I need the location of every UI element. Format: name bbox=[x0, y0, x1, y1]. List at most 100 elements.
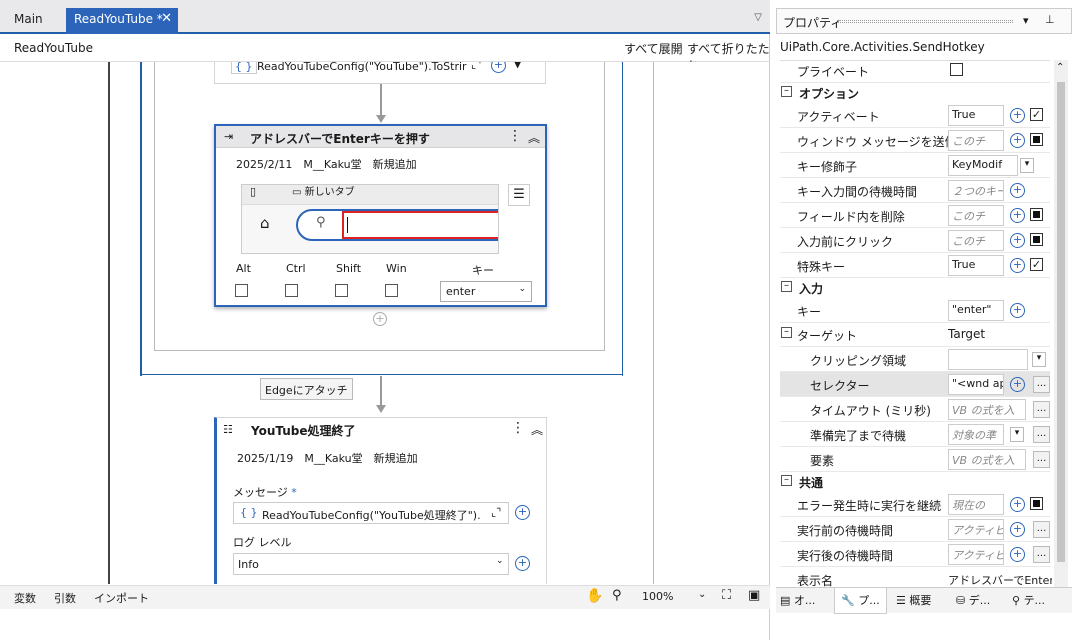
zoom-icon[interactable]: ⚲ bbox=[612, 588, 622, 603]
loglevel-select[interactable]: Info ⌄ bbox=[233, 553, 509, 575]
tab-data[interactable]: ⛁ デ... bbox=[956, 592, 990, 608]
collapse-icon[interactable]: – bbox=[781, 281, 792, 292]
zoom-level[interactable]: 100% bbox=[642, 590, 673, 603]
chevron-up-icon[interactable]: ⌃ bbox=[1056, 62, 1064, 73]
prop-row-private[interactable]: プライベート bbox=[780, 58, 1050, 83]
add-icon[interactable]: + bbox=[1010, 547, 1025, 562]
prop-value[interactable]: アドレスバーでEnterキ bbox=[948, 572, 1052, 588]
tab-readyoutube[interactable]: ReadYouTube * ✕ bbox=[66, 8, 178, 34]
tab-test[interactable]: ⚲ テ... bbox=[1012, 592, 1045, 608]
private-checkbox[interactable] bbox=[950, 63, 963, 76]
prop-value[interactable]: True bbox=[948, 255, 1004, 276]
ellipsis-button[interactable]: ... bbox=[1033, 401, 1050, 418]
prop-row-click-before-typing[interactable]: 入力前にクリック このチ + bbox=[780, 228, 1050, 253]
chevron-down-icon[interactable]: ▽ bbox=[754, 12, 762, 23]
prop-value[interactable]: "<wnd ap bbox=[948, 374, 1004, 395]
prop-row-target[interactable]: – ターゲット Target bbox=[780, 322, 1050, 347]
checked-checkbox[interactable]: ✓ bbox=[1030, 258, 1043, 271]
prop-value[interactable]: このチ bbox=[948, 230, 1004, 251]
prop-value[interactable]: VB の式を入 bbox=[948, 399, 1026, 420]
prop-value[interactable]: ２つのキー bbox=[948, 180, 1004, 201]
prop-row-key[interactable]: キー "enter" + bbox=[780, 298, 1050, 323]
prop-row-timeout[interactable]: タイムアウト (ミリ秒) VB の式を入... bbox=[780, 397, 1050, 422]
add-icon[interactable]: + bbox=[1010, 497, 1025, 512]
ellipsis-button[interactable]: ... bbox=[1033, 451, 1050, 468]
key-select[interactable]: enter ⌄ bbox=[440, 281, 532, 302]
prop-row-delay-between-keys[interactable]: キー入力間の待機時間 ２つのキー + bbox=[780, 178, 1050, 203]
prop-row-special-key[interactable]: 特殊キー True + ✓ bbox=[780, 253, 1050, 278]
collapse-icon[interactable]: – bbox=[781, 86, 792, 97]
more-icon[interactable]: ⋮ bbox=[508, 128, 522, 144]
prop-value[interactable]: アクティビ bbox=[948, 544, 1004, 565]
category-options[interactable]: – オプション bbox=[780, 82, 1050, 104]
chevron-down-icon[interactable]: ▾ bbox=[1032, 352, 1046, 367]
prop-row-delay-after[interactable]: 実行後の待機時間 アクティビ +... bbox=[780, 542, 1050, 567]
prop-value[interactable]: KeyModif bbox=[948, 155, 1018, 176]
tab-main[interactable]: Main bbox=[6, 8, 51, 34]
alt-checkbox[interactable] bbox=[235, 284, 248, 297]
ellipsis-button[interactable]: ... bbox=[1033, 426, 1050, 443]
add-activity-icon[interactable]: + bbox=[373, 312, 387, 326]
collapse-icon[interactable]: ︽ bbox=[528, 129, 540, 146]
close-icon[interactable]: ✕ bbox=[161, 11, 172, 26]
ctrl-checkbox[interactable] bbox=[285, 284, 298, 297]
prop-row-send-window-message[interactable]: ウィンドウ メッセージを送信 このチ + bbox=[780, 128, 1050, 153]
prop-value[interactable]: このチ bbox=[948, 205, 1004, 226]
arguments-tab[interactable]: 引数 bbox=[54, 590, 76, 606]
prop-value[interactable]: このチ bbox=[948, 130, 1004, 151]
attach-container-label[interactable]: Edgeにアタッチ bbox=[260, 378, 353, 400]
indeterminate-checkbox[interactable] bbox=[1030, 133, 1043, 146]
tab-properties[interactable]: 🔧 プ... bbox=[834, 588, 887, 614]
checked-checkbox[interactable]: ✓ bbox=[1030, 108, 1043, 121]
prop-value[interactable] bbox=[948, 349, 1028, 370]
properties-scrollbar[interactable]: ⌃ bbox=[1054, 60, 1068, 588]
tab-outline[interactable]: ▤ オ... bbox=[780, 592, 815, 608]
prop-row-empty-field[interactable]: フィールド内を削除 このチ + bbox=[780, 203, 1050, 228]
dropdown-icon[interactable]: ▼ bbox=[513, 62, 522, 70]
add-icon[interactable]: + bbox=[1010, 233, 1025, 248]
prop-value[interactable]: 対象の準 bbox=[948, 424, 1004, 445]
shift-checkbox[interactable] bbox=[335, 284, 348, 297]
prop-value[interactable]: "enter" bbox=[948, 300, 1004, 321]
fit-screen-icon[interactable]: ⛶ bbox=[722, 588, 731, 603]
prop-row-clipping-region[interactable]: クリッピング領域 ▾ bbox=[780, 347, 1050, 372]
log-message-activity[interactable]: ☷ YouTube処理終了 ⋮ ︽ 2025/1/19 M__Kaku堂 新規追… bbox=[214, 417, 547, 584]
add-icon[interactable]: + bbox=[1010, 108, 1025, 123]
category-input[interactable]: – 入力 bbox=[780, 277, 1050, 299]
indeterminate-checkbox[interactable] bbox=[1030, 497, 1043, 510]
more-icon[interactable]: ⋮ bbox=[511, 420, 525, 436]
prop-row-selector[interactable]: セレクター "<wnd ap +... bbox=[780, 372, 1050, 397]
message-field[interactable]: { } ReadYouTubeConfig("YouTube処理終了"). ⌞⌝ bbox=[233, 502, 509, 524]
prop-row-element[interactable]: 要素 VB の式を入... bbox=[780, 447, 1050, 472]
overview-icon[interactable]: ▣ bbox=[748, 588, 760, 603]
prop-row-key-modifiers[interactable]: キー修飾子 KeyModif ▾ bbox=[780, 153, 1050, 178]
add-icon[interactable]: + bbox=[1010, 183, 1025, 198]
ellipsis-button[interactable]: ... bbox=[1033, 521, 1050, 538]
expression-text[interactable]: ReadYouTubeConfig("YouTube").ToStrir bbox=[257, 62, 479, 73]
hand-icon[interactable]: ✋ bbox=[586, 588, 603, 604]
category-common[interactable]: – 共通 bbox=[780, 471, 1050, 493]
tab-overview[interactable]: ☰ 概要 bbox=[896, 592, 931, 608]
variables-tab[interactable]: 変数 bbox=[14, 590, 36, 606]
collapse-icon[interactable]: – bbox=[781, 475, 792, 486]
message-expression[interactable]: ReadYouTubeConfig("YouTube処理終了"). bbox=[262, 507, 484, 523]
add-icon[interactable]: + bbox=[515, 505, 530, 520]
prop-value[interactable]: True bbox=[948, 105, 1004, 126]
collapse-icon[interactable]: ︽ bbox=[531, 421, 543, 438]
prop-row-activate[interactable]: アクティベート True + ✓ bbox=[780, 103, 1050, 128]
activity-card[interactable]: { } ReadYouTubeConfig("YouTube").ToStrir… bbox=[214, 62, 546, 84]
add-icon[interactable]: + bbox=[1010, 522, 1025, 537]
indeterminate-checkbox[interactable] bbox=[1030, 208, 1043, 221]
pin-icon[interactable]: ⊥ bbox=[1045, 13, 1055, 26]
prop-row-continue-on-error[interactable]: エラー発生時に実行を継続 現在の + bbox=[780, 492, 1050, 517]
scrollbar-thumb[interactable] bbox=[1057, 82, 1065, 562]
prop-row-delay-before[interactable]: 実行前の待機時間 アクティビ +... bbox=[780, 517, 1050, 542]
chevron-down-icon[interactable]: ▾ bbox=[1010, 427, 1024, 442]
imports-tab[interactable]: インポート bbox=[94, 590, 149, 606]
prop-value[interactable]: アクティビ bbox=[948, 519, 1004, 540]
add-icon[interactable]: + bbox=[1010, 208, 1025, 223]
expand-all-link[interactable]: すべて展開 bbox=[624, 40, 683, 57]
expand-icon[interactable]: ⌞⌝ bbox=[491, 506, 501, 519]
chevron-down-icon[interactable]: ▾ bbox=[1023, 14, 1029, 27]
ellipsis-button[interactable]: ... bbox=[1033, 546, 1050, 563]
